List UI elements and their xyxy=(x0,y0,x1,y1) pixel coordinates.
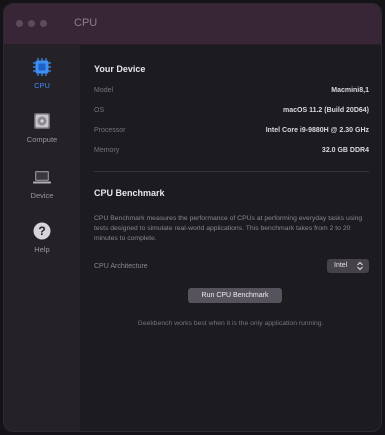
device-row-value: Intel Core i9-9880H @ 2.30 GHz xyxy=(265,127,369,134)
sidebar-item-label: Compute xyxy=(26,135,58,144)
question-mark-icon: ? xyxy=(33,222,51,240)
sidebar-item-cpu[interactable]: CPU xyxy=(4,57,80,113)
cpu-chip-icon xyxy=(33,58,51,76)
minimize-window-button[interactable] xyxy=(28,20,35,27)
sidebar-item-label: CPU xyxy=(34,81,50,90)
laptop-icon xyxy=(33,171,51,184)
device-row-label: Memory xyxy=(94,147,120,154)
window-title: CPU xyxy=(74,17,98,29)
sidebar-item-label: Device xyxy=(30,191,54,200)
device-row-processor: Processor Intel Core i9-9880H @ 2.30 GHz xyxy=(94,127,369,145)
cpu-benchmark-heading: CPU Benchmark xyxy=(94,188,165,198)
main-content: Your Device Model Macmini8,1 OS macOS 11… xyxy=(80,45,381,431)
benchmark-description: CPU Benchmark measures the performance o… xyxy=(94,215,363,242)
sidebar-item-label: Help xyxy=(34,245,50,254)
device-row-model: Model Macmini8,1 xyxy=(94,87,369,105)
sidebar-item-compute[interactable]: Compute xyxy=(4,111,80,167)
cpu-architecture-select[interactable]: Intel xyxy=(327,259,369,273)
your-device-heading: Your Device xyxy=(94,64,146,74)
close-window-button[interactable] xyxy=(16,20,23,27)
zoom-window-button[interactable] xyxy=(40,20,47,27)
sidebar-item-help[interactable]: ? Help xyxy=(4,221,80,277)
svg-text:?: ? xyxy=(38,224,45,238)
app-window: CPU CPU Compute Device ? Help Your Devic… xyxy=(4,4,381,431)
chevron-up-down-icon xyxy=(357,261,363,271)
sidebar-item-device[interactable]: Device xyxy=(4,167,80,223)
footer-note: Geekbench works best when it is the only… xyxy=(137,320,324,327)
device-row-os: OS macOS 11.2 (Build 20D64) xyxy=(94,107,369,125)
cpu-architecture-label: CPU Architecture xyxy=(94,263,148,270)
section-divider xyxy=(94,171,369,172)
device-row-label: Processor xyxy=(94,127,126,134)
gpu-card-icon xyxy=(34,113,50,129)
device-row-value: Macmini8,1 xyxy=(331,87,369,94)
device-row-memory: Memory 32.0 GB DDR4 xyxy=(94,147,369,165)
cpu-architecture-value: Intel xyxy=(334,262,348,269)
device-row-value: macOS 11.2 (Build 20D64) xyxy=(283,107,369,114)
device-row-label: OS xyxy=(94,107,105,114)
device-row-value: 32.0 GB DDR4 xyxy=(321,147,369,154)
run-cpu-benchmark-button[interactable]: Run CPU Benchmark xyxy=(188,288,282,303)
sidebar: CPU Compute Device ? Help xyxy=(4,45,80,431)
device-row-label: Model xyxy=(94,87,114,94)
title-bar: CPU xyxy=(4,4,381,45)
